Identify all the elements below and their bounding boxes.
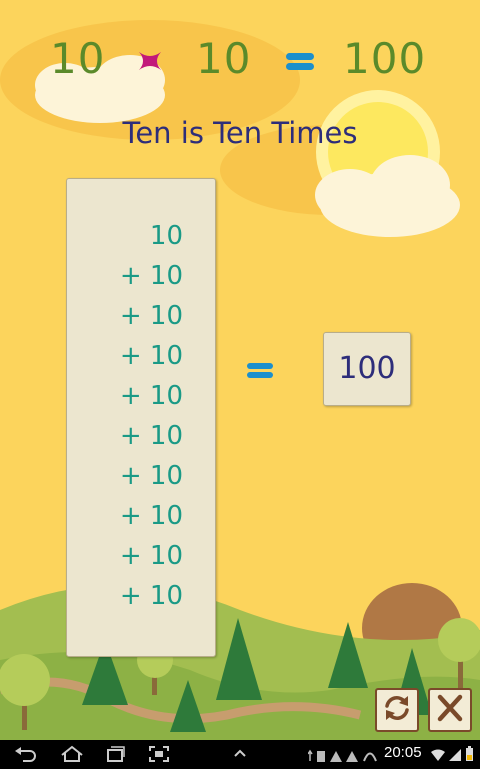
sum-panel: 10 + 10 + 10 + 10 + 10 + 10 + 10 + 10 + … xyxy=(66,178,216,657)
equals-icon xyxy=(284,50,316,78)
sum-line: + 10 xyxy=(119,501,183,531)
sum-line: + 10 xyxy=(119,581,183,611)
times-icon xyxy=(135,46,165,80)
scene: 10 10 100 Ten is Ten Times 10 + 10 + 10 … xyxy=(0,0,480,740)
notification-icons xyxy=(307,748,382,767)
sum-line: + 10 xyxy=(119,301,183,331)
back-icon[interactable] xyxy=(14,745,36,767)
close-icon xyxy=(434,692,466,728)
recent-apps-icon[interactable] xyxy=(104,745,126,767)
operand-b: 10 xyxy=(196,34,252,83)
sum-line: + 10 xyxy=(119,381,183,411)
answer-box: 100 xyxy=(323,332,411,406)
page-title: Ten is Ten Times xyxy=(122,116,358,150)
home-icon[interactable] xyxy=(60,745,84,767)
battery-icon xyxy=(465,746,474,766)
close-button[interactable] xyxy=(428,688,472,732)
signal-icon xyxy=(448,747,462,766)
system-navbar: 20:05 xyxy=(0,740,480,769)
sum-line: 10 xyxy=(149,221,183,251)
result: 100 xyxy=(343,34,427,83)
sum-line: + 10 xyxy=(119,261,183,291)
wifi-icon xyxy=(430,747,446,766)
sum-line: + 10 xyxy=(119,541,183,571)
equals-icon xyxy=(245,360,275,386)
status-clock: 20:05 xyxy=(384,744,422,761)
sum-line: + 10 xyxy=(119,341,183,371)
sum-line: + 10 xyxy=(119,421,183,451)
operand-a: 10 xyxy=(50,34,106,83)
refresh-button[interactable] xyxy=(375,688,419,732)
refresh-icon xyxy=(381,692,413,728)
chevron-up-icon[interactable] xyxy=(232,745,248,767)
screenshot-icon[interactable] xyxy=(148,745,170,767)
sum-line: + 10 xyxy=(119,461,183,491)
equation-row: 10 10 100 xyxy=(0,34,480,90)
